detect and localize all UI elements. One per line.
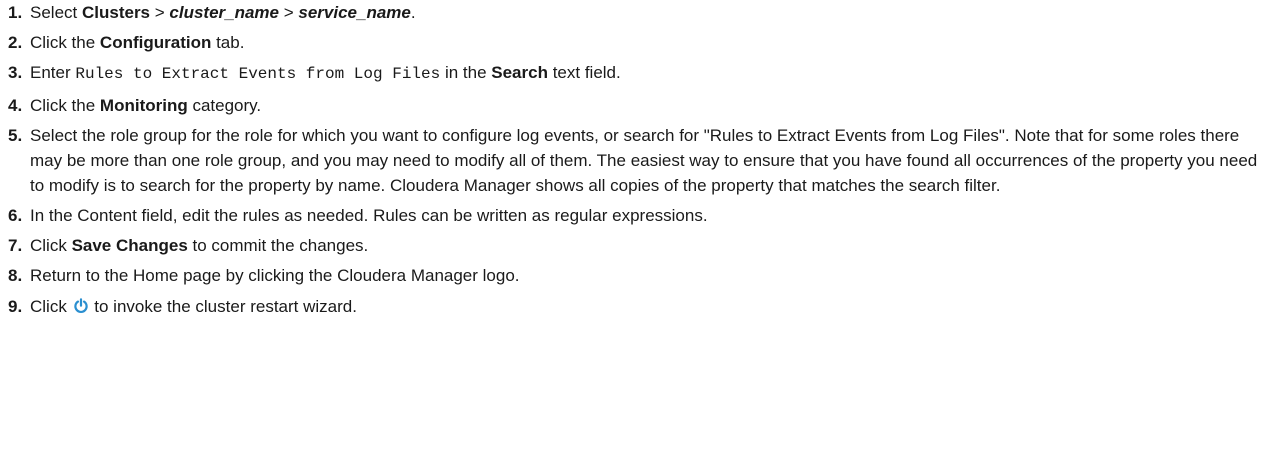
- step-number: 2.: [8, 33, 23, 53]
- step-number: 3.: [8, 63, 23, 83]
- step-number: 6.: [8, 205, 23, 225]
- clusters-menu-label: Clusters: [81, 3, 151, 22]
- step-6: 6. In the Content field, edit the rules a…: [8, 203, 1258, 228]
- step-8: 8. Return to the Home page by clicking th…: [8, 263, 1258, 288]
- configuration-tab-label: Configuration: [99, 33, 212, 53]
- search-field-label: Search: [491, 63, 548, 83]
- step-number: 9.: [8, 296, 23, 316]
- step-text: In the Content field, edit the rules as …: [30, 205, 708, 225]
- monitoring-category-label: Monitoring: [99, 95, 188, 115]
- save-changes-label: Save Changes: [71, 236, 188, 256]
- step-7: 7. Click Save Changes to commit the chang…: [8, 233, 1258, 258]
- step-1: 1. Select Clusters > cluster_name > servi…: [8, 0, 1258, 25]
- step-2: 2. Click the Configuration tab.: [8, 30, 1258, 55]
- step-text: Return to the Home page by clicking the …: [30, 266, 520, 286]
- step-number: 5.: [8, 125, 23, 145]
- cluster-name-placeholder: cluster_name: [169, 3, 280, 22]
- step-number: 7.: [8, 236, 23, 256]
- step-3: 3. Enter Rules to Extract Events from Log…: [8, 60, 1258, 87]
- step-5: 5. Select the role group for the role for…: [8, 123, 1258, 198]
- step-4: 4. Click the Monitoring category.: [8, 93, 1258, 118]
- step-text: Select the role group for the role for w…: [30, 125, 1258, 195]
- step-number: 1.: [8, 3, 23, 22]
- service-name-placeholder: service_name: [298, 3, 411, 22]
- search-term-code: Rules to Extract Events from Log Files: [75, 65, 441, 84]
- step-number: 4.: [8, 95, 23, 115]
- step-9: 9. Click to invoke the cluster restart wi…: [8, 294, 1258, 319]
- step-number: 8.: [8, 266, 23, 286]
- procedure-steps: 1. Select Clusters > cluster_name > servi…: [8, 0, 1258, 324]
- power-restart-icon: [73, 296, 89, 313]
